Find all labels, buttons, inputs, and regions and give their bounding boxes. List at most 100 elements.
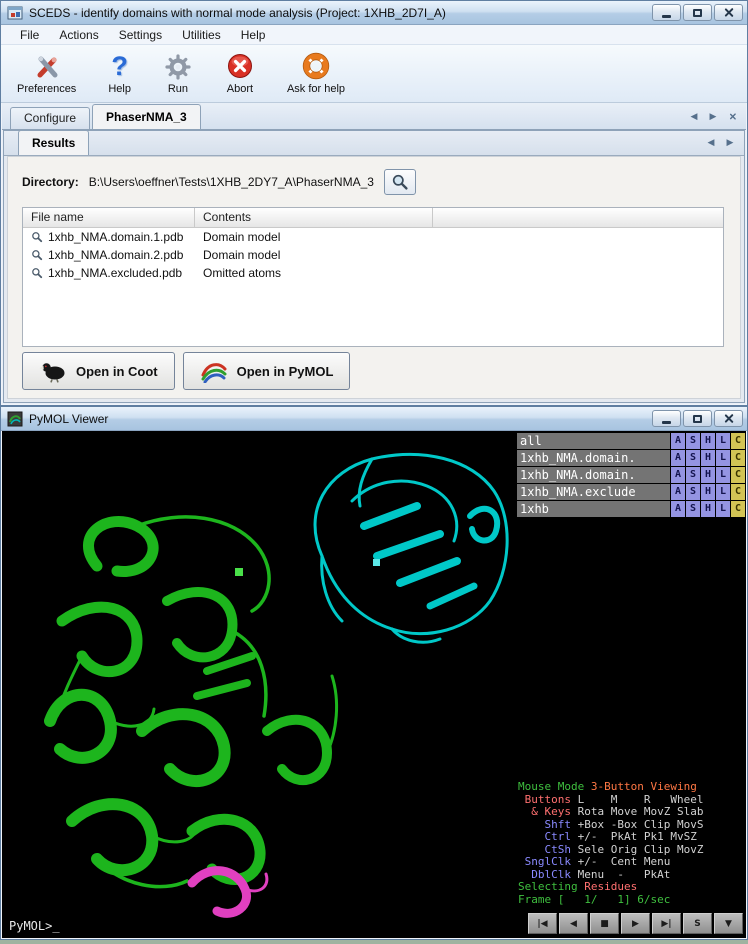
results-scroll-right-button[interactable]: ▶ [722, 135, 738, 150]
go-to-end-button[interactable]: ▶| [652, 913, 681, 934]
magnifier-icon [31, 249, 43, 261]
table-header: File name Contents [23, 208, 723, 228]
sceds-app-icon [7, 5, 23, 21]
toolbar: Preferences ? Help [1, 45, 747, 103]
tab-configure[interactable]: Configure [10, 107, 90, 129]
action-menu-button[interactable]: A [671, 501, 685, 517]
menu-settings[interactable]: Settings [110, 26, 171, 44]
tab-close-button[interactable] [724, 109, 740, 124]
play-button[interactable]: ▶ [621, 913, 650, 934]
column-header-filler [433, 208, 723, 227]
action-menu-button[interactable]: A [671, 467, 685, 483]
protein-cartoon [2, 431, 520, 939]
menu-dropdown-button[interactable]: ▼ [714, 913, 743, 934]
close-button[interactable] [714, 410, 743, 427]
action-menu-button[interactable]: A [671, 450, 685, 466]
object-name-domain-2[interactable]: 1xhb_NMA.domain. [517, 467, 670, 483]
menu-bar: File Actions Settings Utilities Help [1, 25, 747, 45]
results-panel: Directory: B:\Users\oeffner\Tests\1XHB_2… [7, 156, 741, 399]
pymol-titlebar[interactable]: PyMOL Viewer [1, 407, 747, 431]
magnifier-icon [391, 173, 409, 191]
inner-tab-strip: Results ◀ ▶ [4, 131, 744, 156]
ribbon-cyan [315, 454, 507, 642]
tab-results[interactable]: Results [18, 130, 89, 155]
label-menu-button[interactable]: L [716, 484, 730, 500]
column-header-contents[interactable]: Contents [195, 208, 433, 227]
object-name-domain-1[interactable]: 1xhb_NMA.domain. [517, 450, 670, 466]
show-menu-button[interactable]: S [686, 433, 700, 449]
hide-menu-button[interactable]: H [701, 501, 715, 517]
pymol-app-icon [7, 411, 23, 427]
color-menu-button[interactable]: C [731, 501, 745, 517]
ask-for-help-button[interactable]: Ask for help [281, 49, 351, 96]
color-menu-button[interactable]: C [731, 450, 745, 466]
hide-menu-button[interactable]: H [701, 450, 715, 466]
color-menu-button[interactable]: C [731, 484, 745, 500]
maximize-button[interactable] [683, 4, 712, 21]
open-in-coot-button[interactable]: Open in Coot [22, 352, 175, 390]
window-title: PyMOL Viewer [29, 412, 652, 426]
minimize-button[interactable] [652, 410, 681, 427]
abort-button[interactable]: Abort [219, 49, 261, 96]
hide-menu-button[interactable]: H [701, 433, 715, 449]
menu-actions[interactable]: Actions [50, 26, 107, 44]
tab-label: Configure [24, 111, 76, 125]
color-menu-button[interactable]: C [731, 467, 745, 483]
tab-label: Results [32, 136, 75, 150]
scene-button[interactable]: S [683, 913, 712, 934]
object-name-excluded[interactable]: 1xhb_NMA.exclude [517, 484, 670, 500]
action-menu-button[interactable]: A [671, 484, 685, 500]
pymol-command-prompt[interactable]: PyMOL>_ [9, 919, 60, 933]
close-button[interactable] [714, 4, 743, 21]
directory-value: B:\Users\oeffner\Tests\1XHB_2DY7_A\Phase… [89, 175, 374, 189]
menu-help[interactable]: Help [232, 26, 275, 44]
label-menu-button[interactable]: L [716, 433, 730, 449]
minimize-button[interactable] [652, 4, 681, 21]
tab-scroll-right-button[interactable]: ▶ [705, 109, 721, 124]
help-button[interactable]: ? Help [102, 49, 137, 96]
stop-button[interactable]: ■ [590, 913, 619, 934]
tab-scroll-left-button[interactable]: ◀ [686, 109, 702, 124]
action-menu-button[interactable]: A [671, 433, 685, 449]
mouse-mode-panel: Mouse Mode 3-Button Viewing Buttons L M … [518, 781, 743, 906]
table-row[interactable]: 1xhb_NMA.domain.1.pdb Domain model [23, 228, 723, 246]
tab-phasernma-3[interactable]: PhaserNMA_3 [92, 104, 201, 129]
pymol-3d-viewport[interactable] [2, 431, 520, 938]
maximize-button[interactable] [683, 410, 712, 427]
show-menu-button[interactable]: S [686, 467, 700, 483]
menu-utilities[interactable]: Utilities [173, 26, 230, 44]
gear-icon [163, 50, 193, 82]
browse-directory-button[interactable] [384, 169, 416, 195]
pymol-content: PyMOL>_ all A S H L C 1xhb_NMA.domain. A… [2, 431, 746, 938]
sceds-titlebar[interactable]: SCEDS - identify domains with normal mod… [1, 1, 747, 25]
show-menu-button[interactable]: S [686, 450, 700, 466]
object-name-all[interactable]: all [517, 433, 670, 449]
table-row[interactable]: 1xhb_NMA.domain.2.pdb Domain model [23, 246, 723, 264]
step-back-button[interactable]: ◀ [559, 913, 588, 934]
go-to-start-button[interactable]: |◀ [528, 913, 557, 934]
column-header-file-name[interactable]: File name [23, 208, 195, 227]
open-in-pymol-button[interactable]: Open in PyMOL [183, 352, 351, 390]
preferences-button[interactable]: Preferences [11, 49, 82, 96]
label-menu-button[interactable]: L [716, 467, 730, 483]
toolbar-label: Help [108, 83, 131, 95]
show-menu-button[interactable]: S [686, 501, 700, 517]
ribbon-green [50, 517, 337, 887]
show-menu-button[interactable]: S [686, 484, 700, 500]
tab-label: PhaserNMA_3 [106, 110, 187, 124]
object-panel: all A S H L C 1xhb_NMA.domain. A S H L C… [517, 433, 745, 517]
menu-file[interactable]: File [11, 26, 48, 44]
abort-icon [225, 50, 255, 82]
object-name-1xhb[interactable]: 1xhb [517, 501, 670, 517]
color-menu-button[interactable]: C [731, 433, 745, 449]
hide-menu-button[interactable]: H [701, 467, 715, 483]
table-row[interactable]: 1xhb_NMA.excluded.pdb Omitted atoms [23, 264, 723, 282]
file-name: 1xhb_NMA.domain.2.pdb [48, 248, 183, 262]
label-menu-button[interactable]: L [716, 501, 730, 517]
phasernma-frame: Results ◀ ▶ Directory: B:\Users\oeffner\… [3, 130, 745, 403]
results-scroll-left-button[interactable]: ◀ [703, 135, 719, 150]
hide-menu-button[interactable]: H [701, 484, 715, 500]
run-button[interactable]: Run [157, 49, 199, 96]
label-menu-button[interactable]: L [716, 450, 730, 466]
outer-tab-strip: Configure PhaserNMA_3 ◀ ▶ [2, 103, 746, 130]
